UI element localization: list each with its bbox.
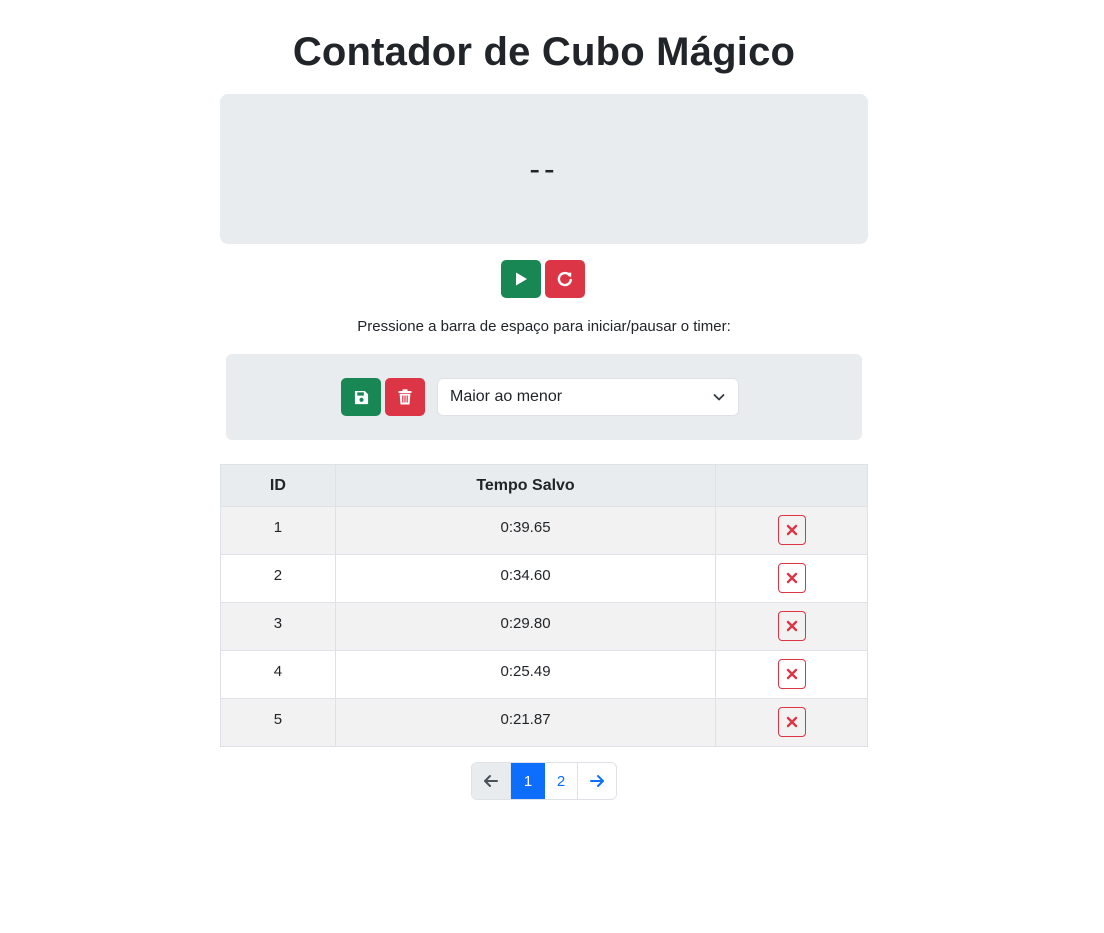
column-header-id: ID [220, 464, 336, 507]
floppy-disk-icon [354, 390, 368, 404]
arrow-right-icon [590, 775, 604, 787]
delete-row-button[interactable] [777, 707, 806, 737]
row-time: 0:29.80 [334, 602, 717, 651]
row-id: 4 [220, 650, 336, 699]
delete-row-button[interactable] [777, 611, 806, 641]
timer-controls [501, 260, 585, 298]
table-row: 4 0:25.49 [220, 650, 868, 699]
sort-order-select[interactable]: Maior ao menor [437, 378, 739, 416]
row-id: 3 [220, 602, 336, 651]
page-2-button[interactable]: 2 [545, 763, 578, 799]
close-icon [786, 572, 797, 584]
table-row: 1 0:39.65 [220, 506, 868, 555]
saved-times-toolbar: Maior ao menor [226, 354, 862, 440]
row-time: 0:25.49 [334, 650, 717, 699]
column-header-time: Tempo Salvo [334, 464, 717, 507]
table-row: 5 0:21.87 [220, 698, 868, 747]
close-icon [786, 620, 797, 632]
chevron-down-icon [713, 394, 725, 401]
column-header-actions [715, 464, 868, 507]
next-page-button[interactable] [578, 763, 616, 799]
start-pause-button[interactable] [501, 260, 541, 298]
timer-display: -- [529, 150, 559, 187]
page-title: Contador de Cubo Mágico [292, 30, 796, 74]
row-id: 1 [220, 506, 336, 555]
table-row: 2 0:34.60 [220, 554, 868, 603]
close-icon [786, 524, 797, 536]
row-time: 0:34.60 [334, 554, 717, 603]
sort-order-value: Maior ao menor [450, 388, 563, 405]
arrow-left-icon [484, 775, 498, 787]
close-icon [786, 716, 797, 728]
play-icon [516, 272, 527, 286]
row-id: 2 [220, 554, 336, 603]
row-time: 0:21.87 [334, 698, 717, 747]
reset-button[interactable] [545, 260, 585, 298]
previous-page-button[interactable] [472, 763, 511, 799]
delete-row-button[interactable] [777, 515, 806, 545]
keyboard-hint: Pressione a barra de espaço para iniciar… [357, 318, 731, 335]
save-time-button[interactable] [341, 378, 381, 416]
close-icon [786, 668, 797, 680]
delete-row-button[interactable] [777, 563, 806, 593]
saved-times-table: ID Tempo Salvo 1 0:39.65 2 0:34.60 3 0:2… [220, 464, 868, 747]
delete-row-button[interactable] [777, 659, 806, 689]
clear-all-button[interactable] [385, 378, 425, 416]
timer-panel: -- [220, 94, 868, 244]
page-1-button[interactable]: 1 [511, 763, 545, 799]
rotate-right-icon [557, 271, 572, 287]
row-time: 0:39.65 [334, 506, 717, 555]
table-row: 3 0:29.80 [220, 602, 868, 651]
row-id: 5 [220, 698, 336, 747]
pagination: 1 2 [471, 762, 617, 800]
trash-icon [398, 389, 412, 405]
